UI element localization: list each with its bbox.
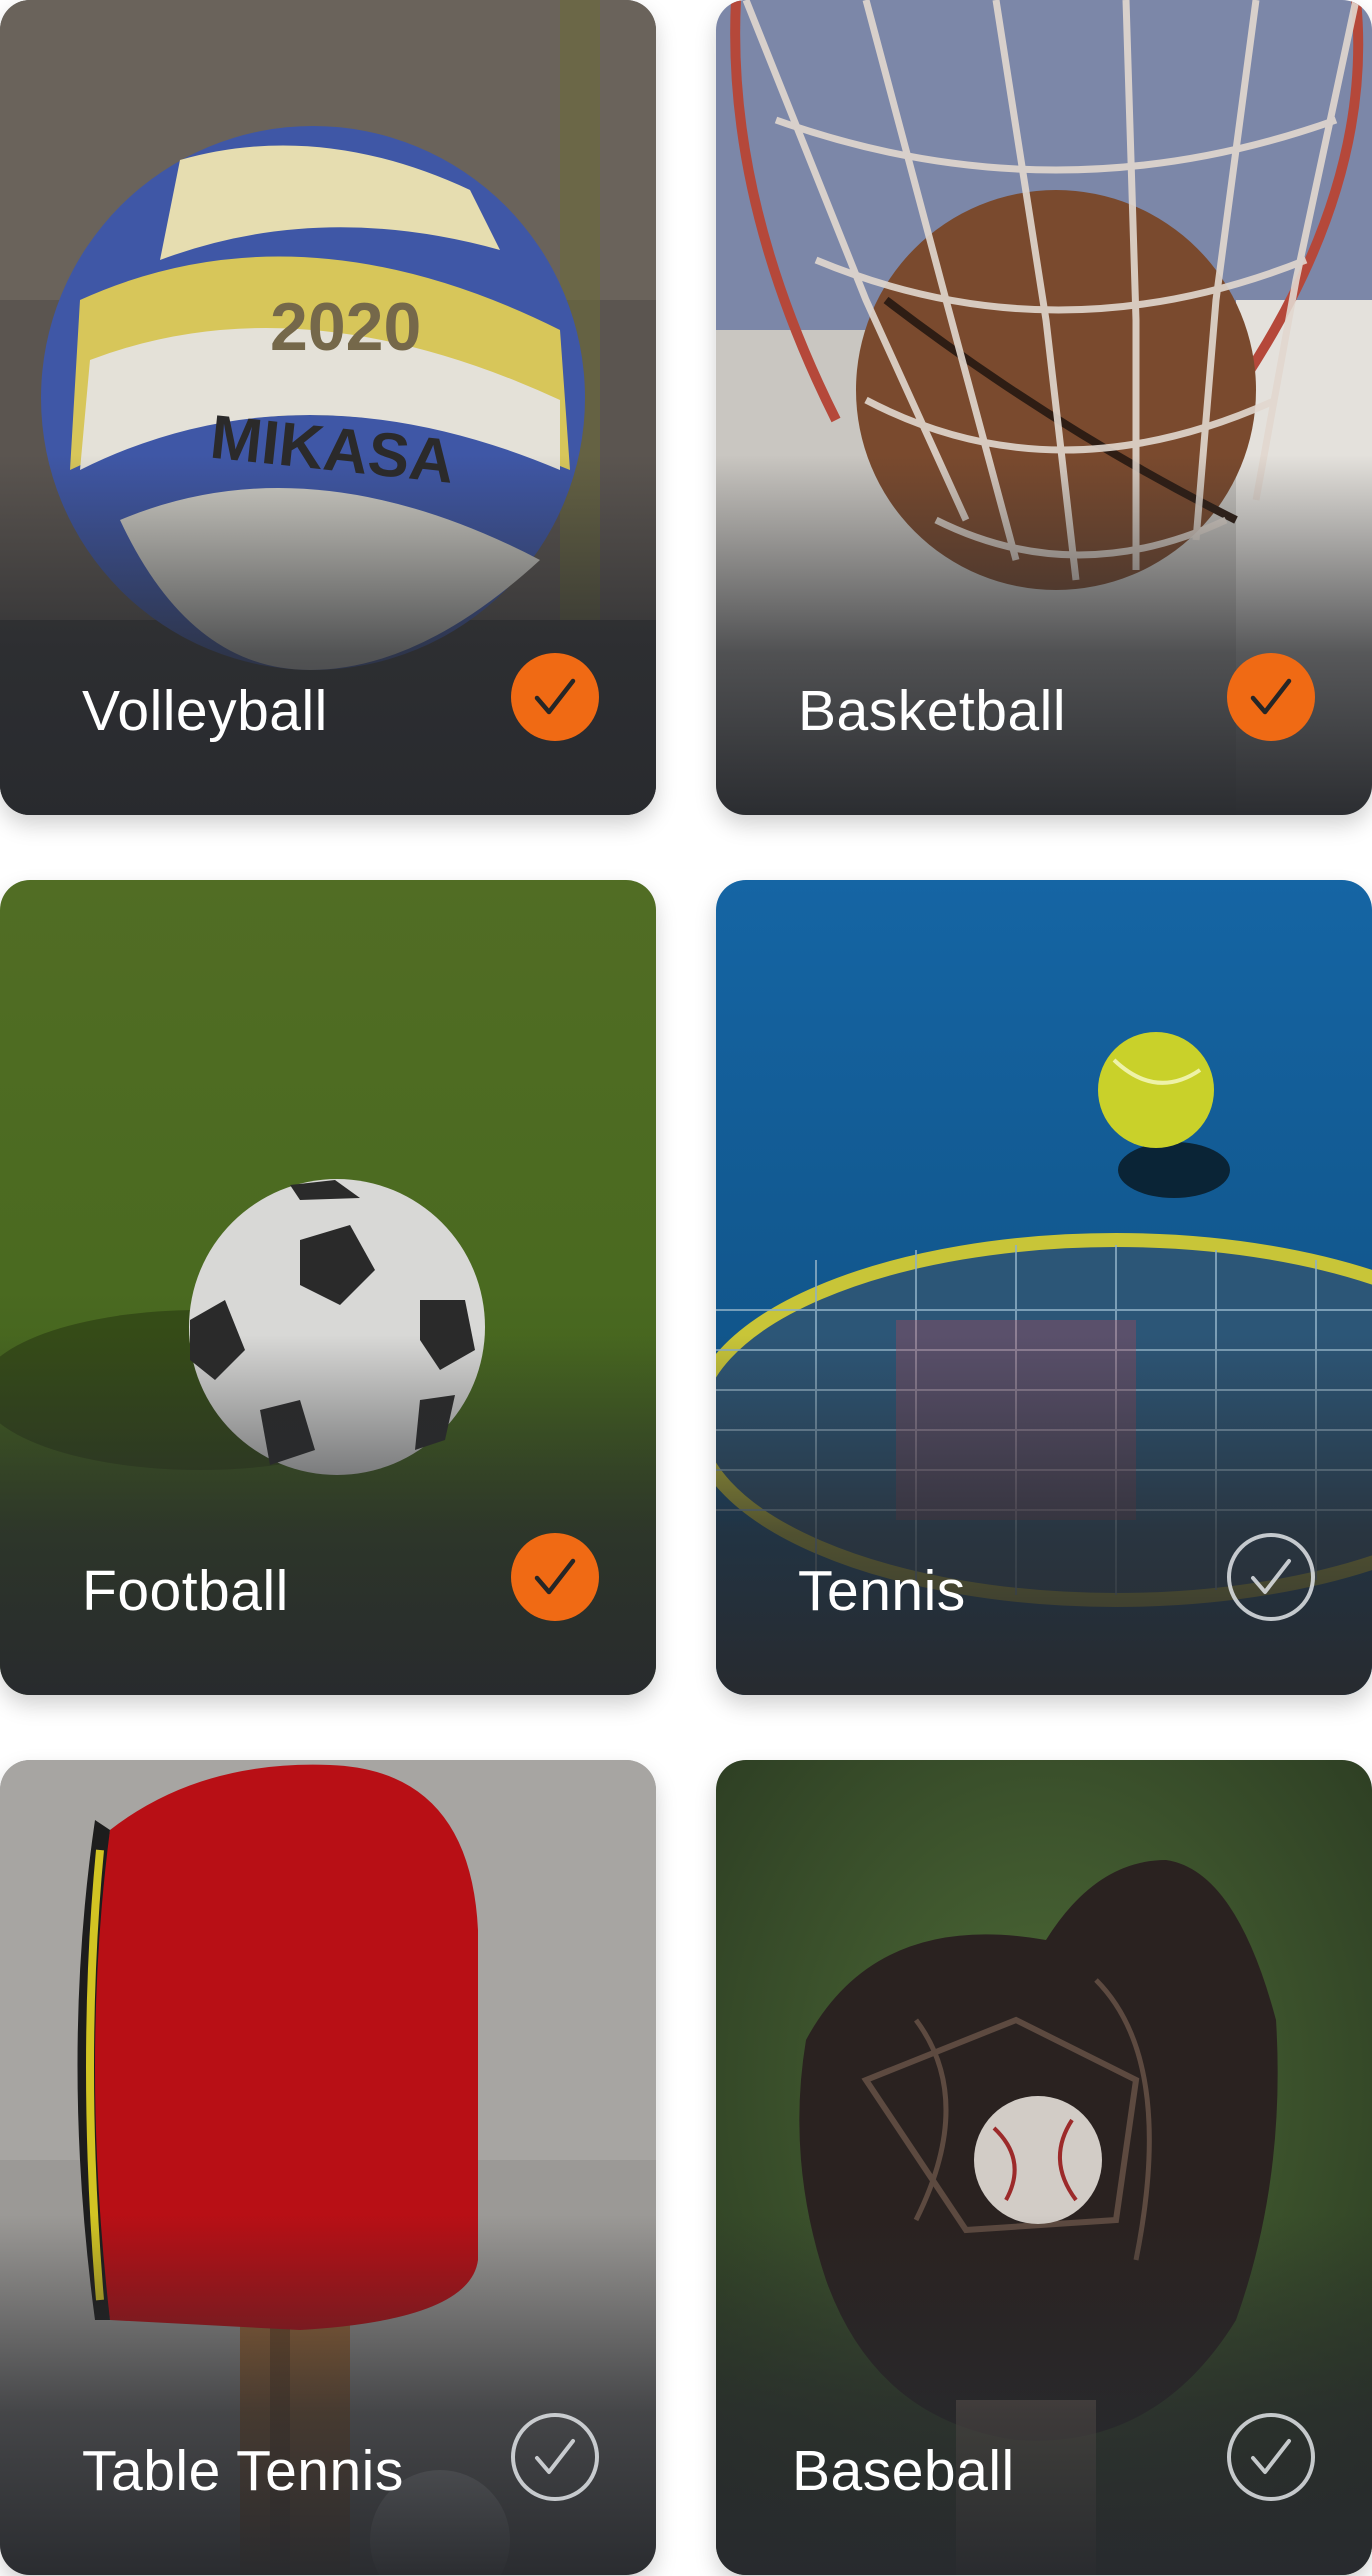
check-icon[interactable] <box>511 1533 599 1621</box>
sport-card-basketball[interactable]: Basketball <box>716 0 1372 815</box>
sport-card-baseball[interactable]: Baseball <box>716 1760 1372 2575</box>
sport-label-football: Football <box>82 1559 289 1623</box>
sport-label-volleyball: Volleyball <box>82 679 328 743</box>
volleyball-year-text: 2020 <box>270 289 421 365</box>
sport-card-tennis[interactable]: Tennis <box>716 880 1372 1695</box>
sport-label-basketball: Basketball <box>798 679 1066 743</box>
check-icon[interactable] <box>1227 2413 1315 2501</box>
check-icon[interactable] <box>1227 1533 1315 1621</box>
sport-card-volleyball[interactable]: 2020 MIKASA Volleyball <box>0 0 656 815</box>
check-icon[interactable] <box>511 2413 599 2501</box>
check-icon[interactable] <box>1227 653 1315 741</box>
sport-card-table-tennis[interactable]: Table Tennis <box>0 1760 656 2575</box>
sport-label-baseball: Baseball <box>792 2439 1015 2503</box>
sport-card-football[interactable]: Football <box>0 880 656 1695</box>
sport-label-tennis: Tennis <box>798 1559 966 1623</box>
sport-selection-grid: 2020 MIKASA Volleyball Basketball Footba… <box>0 0 1372 2576</box>
sport-label-table-tennis: Table Tennis <box>82 2439 404 2503</box>
check-icon[interactable] <box>511 653 599 741</box>
